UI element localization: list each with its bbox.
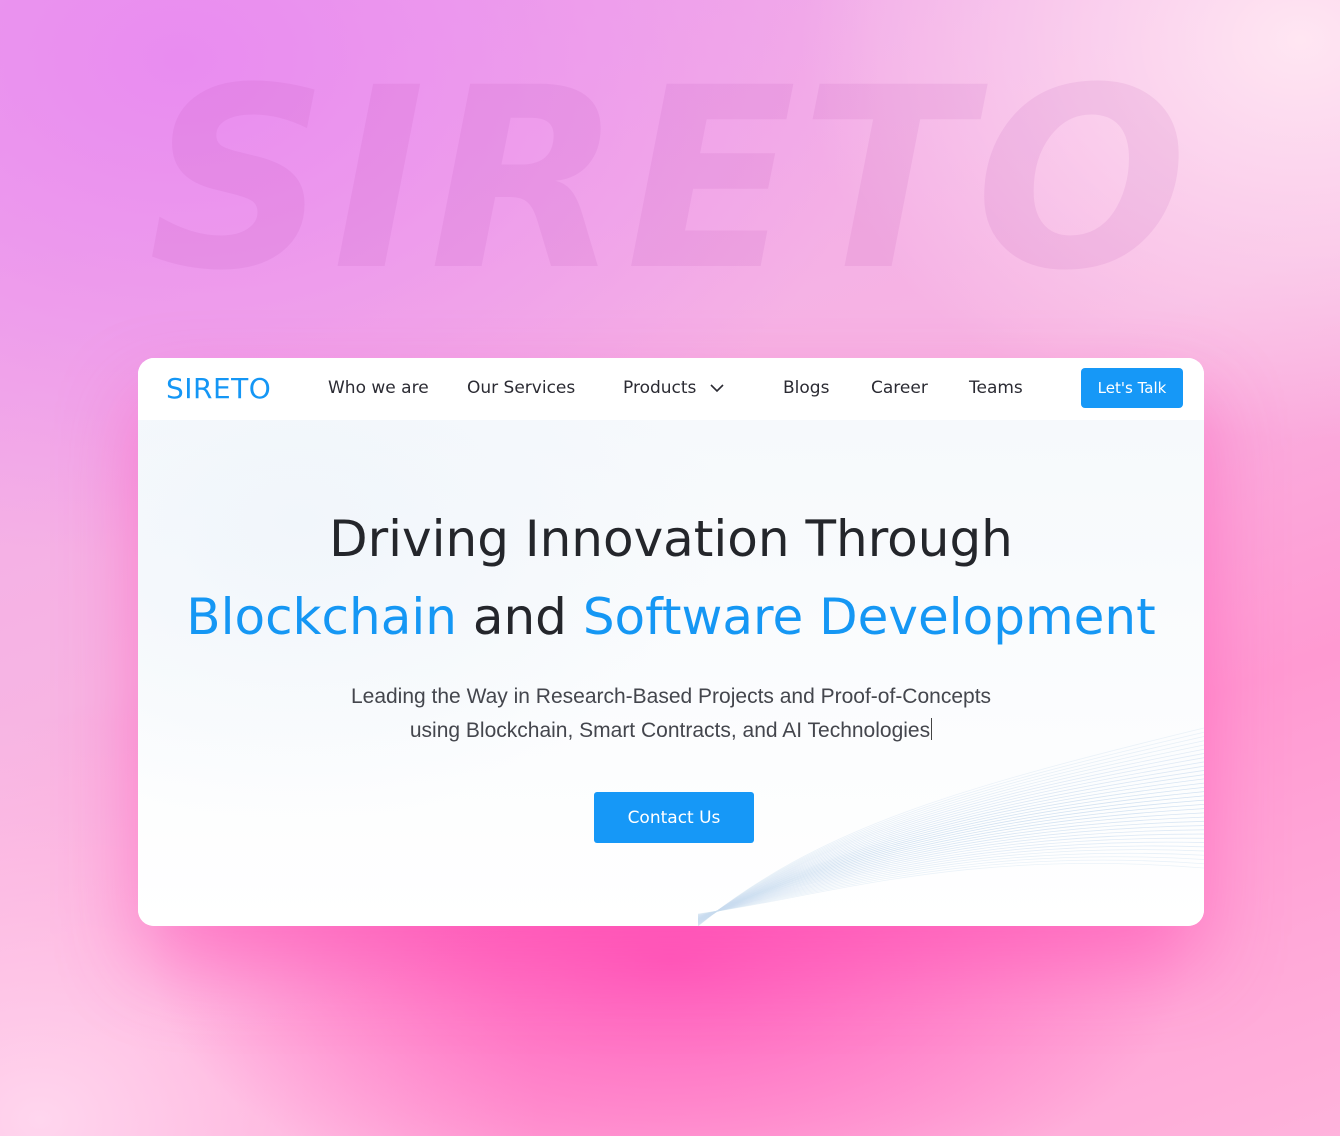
nav-item-products[interactable]: Products <box>623 378 696 398</box>
site-logo[interactable]: SIRETO <box>166 372 271 405</box>
website-preview-card: SIRETO Who we are Our Services Products … <box>138 358 1204 926</box>
nav-item-teams[interactable]: Teams <box>969 378 1023 398</box>
background-watermark: SIRETO <box>148 34 1192 325</box>
text-cursor <box>931 718 933 740</box>
nav-item-blogs[interactable]: Blogs <box>783 378 829 398</box>
hero-title-blockchain: Blockchain <box>186 588 457 646</box>
hero-title-and: and <box>472 588 567 646</box>
chevron-down-icon[interactable] <box>709 382 725 394</box>
hero-subtitle-line-2: using Blockchain, Smart Contracts, and A… <box>138 714 1204 748</box>
hero-subtitle-line-2-text: using Blockchain, Smart Contracts, and A… <box>409 719 931 742</box>
hero-subtitle-line-1: Leading the Way in Research-Based Projec… <box>350 685 992 708</box>
nav-item-who-we-are[interactable]: Who we are <box>328 378 429 398</box>
navbar: SIRETO Who we are Our Services Products … <box>138 358 1204 420</box>
contact-us-button[interactable]: Contact Us <box>594 792 754 843</box>
nav-item-our-services[interactable]: Our Services <box>467 378 575 398</box>
hero-title-line-2: Blockchain and Software Development <box>138 588 1204 646</box>
hero-title-line-1: Driving Innovation Through <box>329 510 1013 568</box>
lets-talk-button[interactable]: Let's Talk <box>1081 368 1183 408</box>
hero-title-software-development: Software Development <box>582 588 1156 646</box>
nav-item-career[interactable]: Career <box>871 378 928 398</box>
